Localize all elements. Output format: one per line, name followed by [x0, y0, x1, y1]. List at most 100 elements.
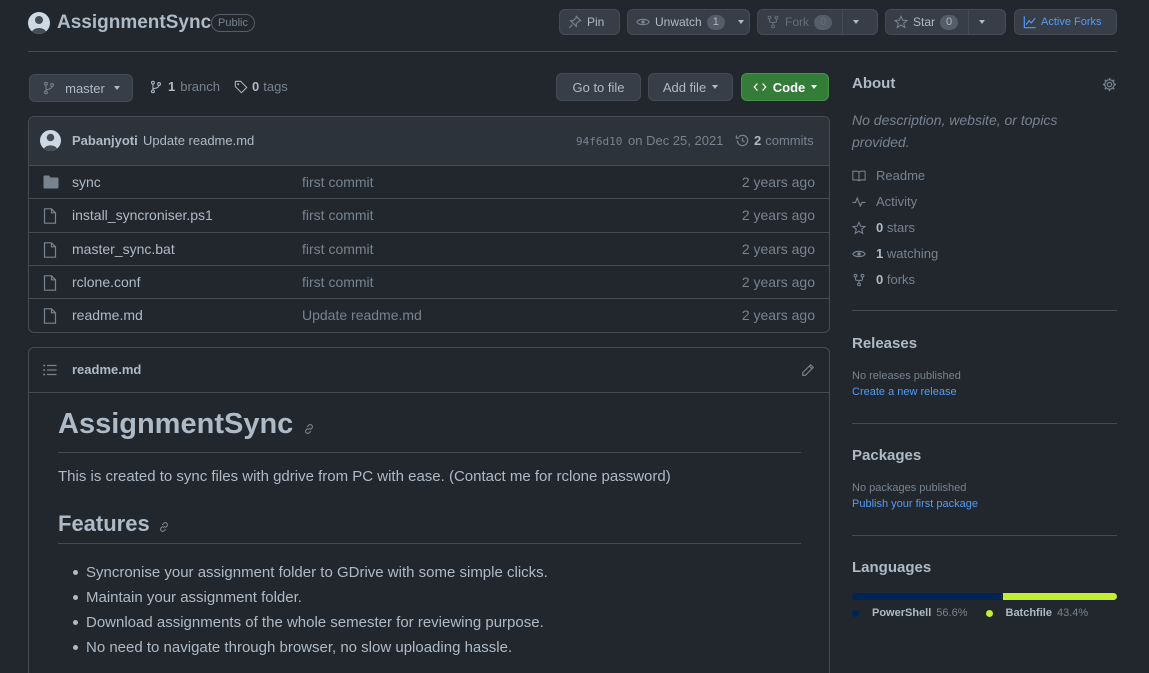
branch-selector[interactable]: master: [29, 74, 133, 102]
pin-button[interactable]: Pin: [559, 9, 620, 35]
features-list: Syncronise your assignment folder to GDr…: [73, 560, 548, 660]
commit-author[interactable]: Pabanjyoti: [72, 133, 138, 148]
fork-dropdown[interactable]: [843, 10, 869, 34]
owner-avatar[interactable]: [28, 12, 50, 34]
chevron-down-icon: [853, 20, 860, 24]
list-item: Maintain your assignment folder.: [73, 585, 548, 610]
file-name[interactable]: rclone.conf: [72, 274, 140, 290]
file-commit-message[interactable]: Update readme.md: [302, 307, 422, 323]
commits-link[interactable]: 2 commits: [735, 133, 814, 148]
create-release-link[interactable]: Create a new release: [852, 386, 957, 398]
pin-icon: [568, 15, 582, 29]
language-percent: 43.4%: [1056, 607, 1089, 619]
add-file-button[interactable]: Add file: [648, 73, 733, 101]
file-row[interactable]: readme.md Update readme.md 2 years ago: [29, 298, 829, 331]
sidebar-divider: [852, 310, 1117, 311]
file-commit-message[interactable]: first commit: [302, 174, 374, 190]
file-name[interactable]: master_sync.bat: [72, 241, 175, 257]
commit-author-avatar[interactable]: [40, 130, 61, 151]
readme-filename[interactable]: readme.md: [72, 362, 141, 377]
fork-counter: 0: [814, 14, 833, 30]
commit-message[interactable]: Update readme.md: [143, 133, 254, 148]
forks-link[interactable]: 0 forks: [852, 272, 915, 287]
watching-link[interactable]: 1 watching: [852, 246, 938, 261]
fork-label: Fork: [785, 15, 809, 29]
features-heading: Features: [58, 511, 171, 537]
activity-link-label: Activity: [876, 194, 918, 209]
unwatch-button[interactable]: Unwatch 1: [627, 9, 750, 35]
packages-heading[interactable]: Packages: [852, 447, 921, 464]
link-icon[interactable]: [302, 422, 316, 436]
publish-package-link[interactable]: Publish your first package: [852, 498, 978, 510]
chevron-down-icon: [113, 86, 120, 90]
languages-heading: Languages: [852, 559, 932, 576]
fork-button[interactable]: Fork 0: [757, 9, 878, 35]
about-description: No description, website, or topics provi…: [852, 112, 1058, 150]
file-icon: [43, 308, 57, 324]
releases-heading[interactable]: Releases: [852, 335, 917, 352]
book-icon: [852, 170, 866, 181]
file-name[interactable]: install_syncroniser.ps1: [72, 207, 213, 223]
chevron-down-icon: [811, 85, 818, 89]
link-icon[interactable]: [157, 520, 171, 534]
branches-count: 1: [168, 79, 176, 94]
forks-count: 0: [876, 272, 884, 287]
tag-icon: [234, 80, 248, 93]
features-underline: [58, 543, 801, 544]
activity-link[interactable]: Activity: [852, 194, 917, 209]
file-row[interactable]: rclone.conf first commit 2 years ago: [29, 265, 829, 298]
code-icon: [753, 83, 767, 91]
star-label: Star: [913, 15, 936, 29]
list-icon[interactable]: [43, 364, 57, 376]
active-forks-button[interactable]: Active Forks: [1014, 9, 1117, 35]
file-name[interactable]: sync: [72, 174, 101, 190]
file-row[interactable]: sync first commit 2 years ago: [29, 165, 829, 198]
eye-icon: [852, 250, 866, 257]
tags-link[interactable]: 0 tags: [234, 79, 288, 94]
language-dot-icon: [852, 609, 859, 617]
readme-description: This is created to sync files with gdriv…: [58, 468, 671, 485]
tags-label: tags: [263, 79, 288, 94]
file-row[interactable]: install_syncroniser.ps1 first commit 2 y…: [29, 198, 829, 231]
language-item[interactable]: PowerShell 56.6%: [852, 607, 968, 619]
branches-link[interactable]: 1 branch: [149, 79, 220, 94]
sidebar-divider: [852, 423, 1117, 424]
readme-link[interactable]: Readme: [852, 168, 925, 183]
star-button[interactable]: Star 0: [885, 9, 1006, 35]
list-item: No need to navigate through browser, no …: [73, 635, 548, 660]
stars-link[interactable]: 0 stars: [852, 220, 915, 235]
pencil-icon[interactable]: [801, 363, 815, 377]
language-legend: PowerShell 56.6% Batchfile 43.4%: [852, 607, 1088, 619]
gear-icon[interactable]: [1102, 77, 1117, 92]
file-commit-message[interactable]: first commit: [302, 274, 374, 290]
branches-label: branch: [180, 79, 220, 94]
add-file-label: Add file: [662, 79, 707, 95]
language-dot-icon: [985, 609, 993, 617]
readme-link-label: Readme: [876, 168, 926, 183]
code-button[interactable]: Code: [741, 73, 829, 101]
fork-icon: [853, 273, 865, 286]
features-heading-text: Features: [58, 511, 150, 536]
language-item[interactable]: Batchfile 43.4%: [985, 607, 1089, 619]
file-commit-message[interactable]: first commit: [302, 207, 374, 223]
file-name[interactable]: readme.md: [72, 307, 143, 323]
file-age: 2 years ago: [741, 174, 815, 190]
go-to-file-button[interactable]: Go to file: [556, 73, 641, 101]
commit-hash[interactable]: 94f6d10: [576, 135, 622, 148]
language-bar: [852, 593, 1117, 600]
watching-label: watching: [886, 246, 939, 261]
about-heading: About: [852, 75, 896, 92]
graph-icon: [1023, 16, 1036, 29]
unwatch-dropdown[interactable]: [731, 10, 751, 34]
chevron-down-icon: [712, 85, 719, 89]
folder-icon: [43, 175, 59, 189]
file-commit-message[interactable]: first commit: [302, 241, 374, 257]
repo-name[interactable]: AssignmentSync: [57, 12, 211, 34]
star-dropdown[interactable]: [969, 10, 995, 34]
active-forks-label: Active Forks: [1041, 16, 1102, 28]
readme-title: AssignmentSync: [58, 408, 316, 441]
file-row[interactable]: master_sync.bat first commit 2 years ago: [29, 232, 829, 265]
language-name: Batchfile: [1005, 607, 1052, 619]
language-bar-segment: [1002, 593, 1117, 600]
stars-label: stars: [886, 220, 916, 235]
